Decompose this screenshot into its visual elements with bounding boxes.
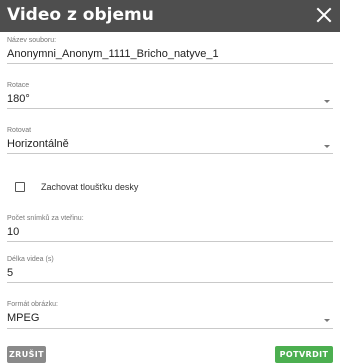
duration-input[interactable]: 5 xyxy=(7,266,333,280)
confirm-button[interactable]: POTVRDIT xyxy=(275,346,333,363)
format-underline xyxy=(7,328,333,329)
fps-field[interactable]: Počet snímků za vteřinu: 10 xyxy=(7,214,333,242)
filename-field[interactable]: Název souboru: Anonymni_Anonym_1111_Bric… xyxy=(7,36,333,64)
cancel-button[interactable]: ZRUŠIT xyxy=(7,346,46,363)
keep-thickness-option[interactable]: Zachovat tloušťku desky xyxy=(15,179,138,195)
rotate-value[interactable]: Horizontálně xyxy=(7,137,333,151)
duration-underline xyxy=(7,282,333,283)
format-label: Formát obrázku: xyxy=(7,301,58,308)
duration-label: Délka videa (s) xyxy=(7,256,54,263)
chevron-down-icon[interactable] xyxy=(324,100,330,103)
keep-thickness-checkbox[interactable] xyxy=(15,182,25,192)
rotate-underline xyxy=(7,153,333,154)
duration-field[interactable]: Délka videa (s) 5 xyxy=(7,255,333,283)
rotate-select[interactable]: Rotovat Horizontálně xyxy=(7,126,333,154)
chevron-down-icon[interactable] xyxy=(324,319,330,322)
rotate-label: Rotovat xyxy=(7,127,32,134)
rotation-value[interactable]: 180° xyxy=(7,92,333,106)
keep-thickness-label: Zachovat tloušťku desky xyxy=(41,182,139,192)
fps-underline xyxy=(7,241,333,242)
rotation-label: Rotace xyxy=(7,82,30,89)
rotation-underline xyxy=(7,108,333,109)
chevron-down-icon[interactable] xyxy=(324,145,330,148)
rotation-select[interactable]: Rotace 180° xyxy=(7,81,333,109)
fps-input[interactable]: 10 xyxy=(7,225,333,239)
close-icon[interactable] xyxy=(316,7,332,23)
filename-underline xyxy=(7,63,333,64)
fps-label: Počet snímků za vteřinu: xyxy=(7,215,84,222)
format-select[interactable]: Formát obrázku: MPEG xyxy=(7,300,333,330)
format-value[interactable]: MPEG xyxy=(7,311,333,325)
filename-label: Název souboru: xyxy=(7,37,57,44)
dialog-title: Video z objemu xyxy=(7,5,154,25)
filename-input[interactable]: Anonymni_Anonym_1111_Bricho_natyve_1 xyxy=(7,47,333,61)
dialog-titlebar: Video z objemu xyxy=(0,0,340,32)
